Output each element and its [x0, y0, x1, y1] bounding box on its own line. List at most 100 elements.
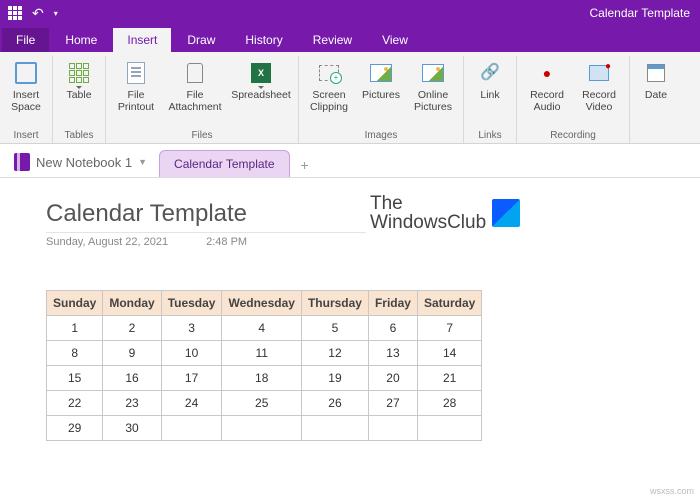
notebook-name: New Notebook 1 — [36, 155, 132, 170]
calendar-cell[interactable] — [301, 416, 368, 441]
calendar-cell[interactable]: 18 — [222, 366, 301, 391]
tab-review[interactable]: Review — [299, 28, 366, 52]
calendar-cell[interactable]: 10 — [161, 341, 222, 366]
calendar-cell[interactable] — [417, 416, 481, 441]
link-button[interactable]: Link — [470, 56, 510, 128]
column-header: Thursday — [301, 291, 368, 316]
calendar-cell[interactable]: 29 — [47, 416, 103, 441]
window-title: Calendar Template — [589, 6, 690, 20]
tab-draw[interactable]: Draw — [173, 28, 229, 52]
spreadsheet-button[interactable]: XSpreadsheet — [230, 56, 292, 128]
calendar-cell[interactable]: 2 — [103, 316, 161, 341]
table-header-row: SundayMondayTuesdayWednesdayThursdayFrid… — [47, 291, 482, 316]
group-label: Tables — [59, 128, 99, 143]
group-recording: Record Audio Record Video Recording — [517, 56, 630, 143]
brand-line2: WindowsClub — [370, 213, 486, 232]
calendar-cell[interactable]: 23 — [103, 391, 161, 416]
page-body[interactable]: Calendar Template Sunday, August 22, 202… — [0, 178, 700, 441]
record-video-button[interactable]: Record Video — [575, 56, 623, 128]
calendar-cell[interactable]: 4 — [222, 316, 301, 341]
notebook-icon — [14, 153, 30, 171]
add-page-button[interactable]: + — [294, 157, 316, 177]
brand-line1: The — [370, 194, 486, 213]
table-row: 2930 — [47, 416, 482, 441]
calendar-cell[interactable]: 19 — [301, 366, 368, 391]
calendar-cell[interactable]: 8 — [47, 341, 103, 366]
calendar-table[interactable]: SundayMondayTuesdayWednesdayThursdayFrid… — [46, 290, 482, 441]
printout-icon — [122, 60, 150, 86]
screen-clipping-button[interactable]: Screen Clipping — [305, 56, 353, 128]
calendar-cell[interactable]: 30 — [103, 416, 161, 441]
calendar-cell[interactable]: 26 — [301, 391, 368, 416]
qat-dropdown-icon[interactable]: ▾ — [54, 9, 58, 18]
calendar-cell[interactable]: 13 — [368, 341, 417, 366]
page-meta: Sunday, August 22, 2021 2:48 PM — [46, 232, 366, 248]
calendar-cell[interactable]: 27 — [368, 391, 417, 416]
pictures-button[interactable]: Pictures — [357, 56, 405, 128]
calendar-cell[interactable] — [161, 416, 222, 441]
calendar-cell[interactable]: 3 — [161, 316, 222, 341]
tab-view[interactable]: View — [368, 28, 422, 52]
date-icon — [642, 60, 670, 86]
title-bar: ↶ ▾ Calendar Template — [0, 0, 700, 26]
calendar-cell[interactable]: 15 — [47, 366, 103, 391]
calendar-cell[interactable]: 5 — [301, 316, 368, 341]
space-icon — [12, 60, 40, 86]
date-button[interactable]: Date — [636, 56, 676, 128]
group-images: Screen Clipping Pictures Online Pictures… — [299, 56, 464, 143]
file-attachment-button[interactable]: File Attachment — [164, 56, 226, 128]
column-header: Monday — [103, 291, 161, 316]
app-launcher-icon[interactable] — [8, 6, 22, 20]
calendar-cell[interactable]: 7 — [417, 316, 481, 341]
calendar-cell[interactable]: 16 — [103, 366, 161, 391]
calendar-cell[interactable] — [222, 416, 301, 441]
ribbon: Insert Space Insert Table Tables File Pr… — [0, 52, 700, 144]
calendar-cell[interactable]: 14 — [417, 341, 481, 366]
calendar-cell[interactable]: 11 — [222, 341, 301, 366]
link-icon — [476, 60, 504, 86]
table-row: 22232425262728 — [47, 391, 482, 416]
calendar-cell[interactable]: 20 — [368, 366, 417, 391]
group-label: Files — [112, 128, 292, 143]
calendar-cell[interactable]: 9 — [103, 341, 161, 366]
page-date: Sunday, August 22, 2021 — [46, 236, 168, 248]
calendar-cell[interactable] — [368, 416, 417, 441]
table-row: 15161718192021 — [47, 366, 482, 391]
calendar-cell[interactable]: 21 — [417, 366, 481, 391]
calendar-cell[interactable]: 17 — [161, 366, 222, 391]
ribbon-tabs: File Home Insert Draw History Review Vie… — [0, 26, 700, 52]
calendar-cell[interactable]: 22 — [47, 391, 103, 416]
clipping-icon — [315, 60, 343, 86]
page-time: 2:48 PM — [206, 236, 247, 248]
insert-space-button[interactable]: Insert Space — [6, 56, 46, 128]
calendar-cell[interactable]: 1 — [47, 316, 103, 341]
table-row: 1234567 — [47, 316, 482, 341]
calendar-cell[interactable]: 28 — [417, 391, 481, 416]
table-row: 891011121314 — [47, 341, 482, 366]
column-header: Friday — [368, 291, 417, 316]
online-pictures-icon — [419, 60, 447, 86]
calendar-cell[interactable]: 25 — [222, 391, 301, 416]
online-pictures-button[interactable]: Online Pictures — [409, 56, 457, 128]
attachment-icon — [181, 60, 209, 86]
table-button[interactable]: Table — [59, 56, 99, 128]
tab-home[interactable]: Home — [51, 28, 111, 52]
record-audio-button[interactable]: Record Audio — [523, 56, 571, 128]
group-label: Images — [305, 128, 457, 143]
tab-insert[interactable]: Insert — [113, 28, 171, 52]
undo-icon[interactable]: ↶ — [32, 5, 44, 22]
calendar-cell[interactable]: 12 — [301, 341, 368, 366]
group-label: Recording — [523, 128, 623, 143]
chevron-down-icon: ▼ — [138, 157, 147, 167]
column-header: Wednesday — [222, 291, 301, 316]
tab-history[interactable]: History — [231, 28, 296, 52]
group-timestamp: Date — [630, 56, 682, 143]
pictures-icon — [367, 60, 395, 86]
file-printout-button[interactable]: File Printout — [112, 56, 160, 128]
calendar-cell[interactable]: 24 — [161, 391, 222, 416]
calendar-cell[interactable]: 6 — [368, 316, 417, 341]
tab-file[interactable]: File — [2, 28, 49, 52]
page-tab[interactable]: Calendar Template — [159, 150, 290, 177]
group-tables: Table Tables — [53, 56, 106, 143]
notebook-selector[interactable]: New Notebook 1 ▼ — [6, 147, 155, 177]
